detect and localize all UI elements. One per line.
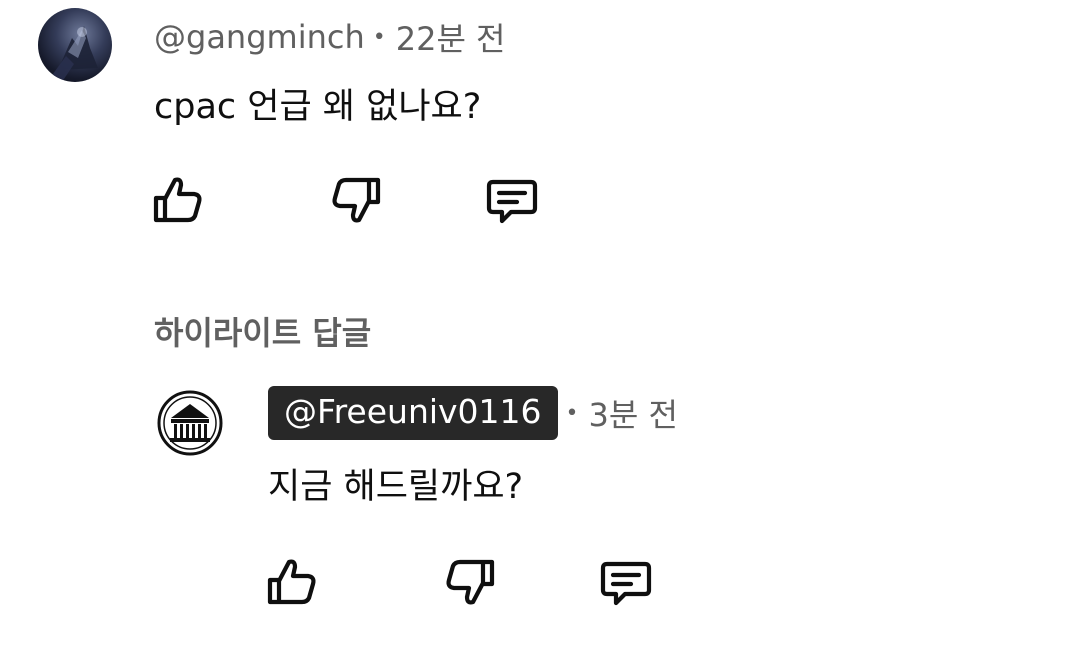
reply-icon: [486, 179, 538, 224]
comment-header: @gangminch • 22분 전: [154, 14, 506, 60]
reply-button[interactable]: [484, 172, 540, 228]
comment-author[interactable]: @gangminch: [154, 18, 365, 56]
comment-timestamp[interactable]: 22분 전: [396, 14, 506, 60]
like-icon: [153, 177, 202, 223]
dislike-button[interactable]: [328, 172, 384, 228]
reply-like-button[interactable]: [264, 554, 320, 610]
reply-header: @Freeuniv0116 • 3분 전: [268, 386, 678, 440]
reply-icon: [600, 561, 652, 606]
meta-separator: •: [372, 24, 386, 50]
highlighted-replies-label: 하이라이트 답글: [154, 314, 372, 352]
dislike-icon: [332, 177, 381, 223]
reply-dislike-button[interactable]: [442, 554, 498, 610]
comment-text: cpac 언급 왜 없나요?: [154, 87, 482, 127]
like-button[interactable]: [150, 172, 206, 228]
reply-text: 지금 해드릴까요?: [268, 467, 524, 507]
like-icon: [267, 559, 316, 605]
reply-author-avatar[interactable]: [157, 390, 223, 456]
meta-separator: •: [565, 400, 579, 426]
reply-reply-button[interactable]: [598, 554, 654, 610]
dislike-icon: [446, 559, 495, 605]
university-logo-icon: [157, 390, 223, 456]
reply-author-badge[interactable]: @Freeuniv0116: [268, 386, 558, 440]
reply-timestamp[interactable]: 3분 전: [589, 390, 678, 436]
commenter-avatar[interactable]: [38, 8, 112, 82]
avatar-image: [50, 26, 98, 82]
